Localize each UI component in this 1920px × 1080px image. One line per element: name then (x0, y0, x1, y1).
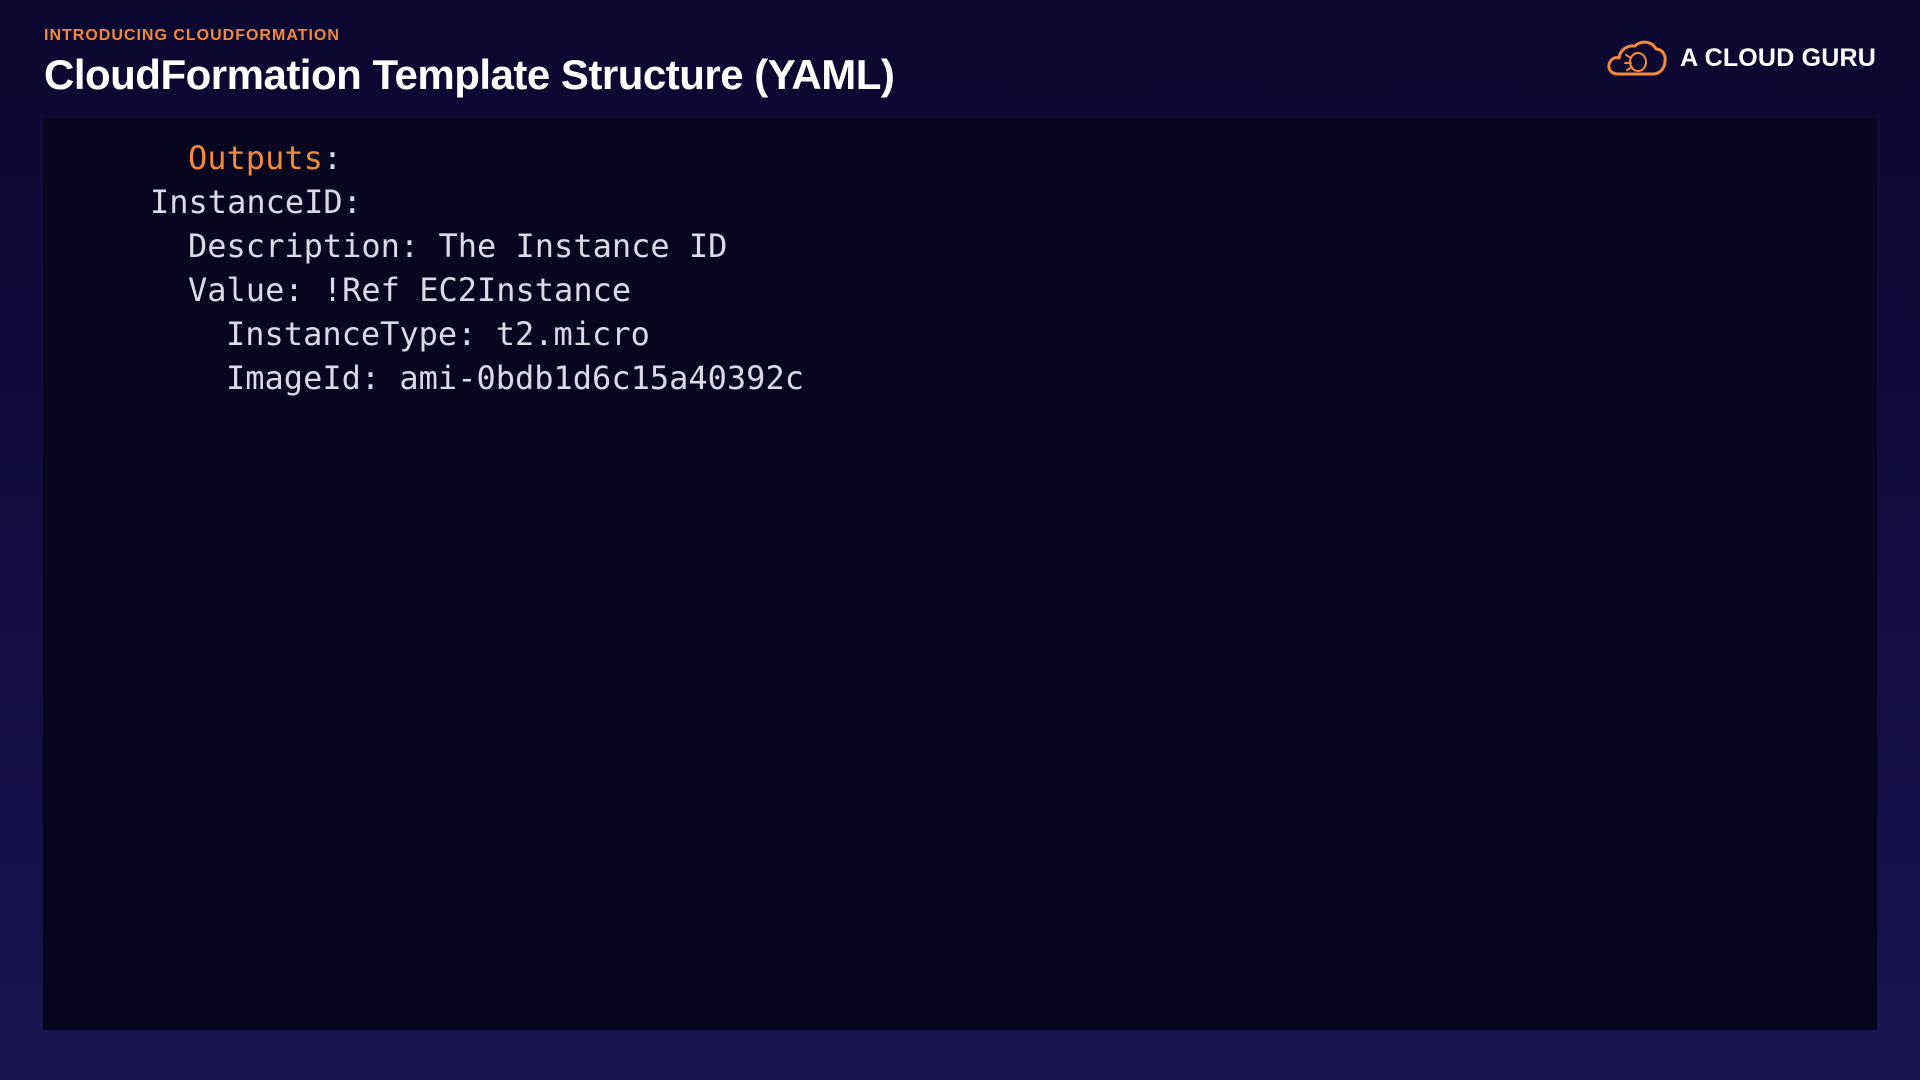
code-line-outputs: Outputs: (43, 136, 804, 180)
slide-title: CloudFormation Template Structure (YAML) (44, 51, 895, 98)
code-panel: Outputs: InstanceID: Description: The In… (43, 118, 1877, 1030)
section-eyebrow: INTRODUCING CLOUDFORMATION (44, 27, 340, 44)
code-line-description: Description: The Instance ID (188, 227, 728, 265)
yaml-code-block: Outputs: InstanceID: Description: The In… (43, 136, 804, 400)
code-line-instancetype: InstanceType: t2.micro (226, 315, 650, 353)
code-line-imageid: ImageId: ami-0bdb1d6c15a40392c (226, 359, 804, 397)
code-line-value: Value: !Ref EC2Instance (188, 271, 632, 309)
outputs-colon: : (322, 139, 343, 177)
brand-lockup: A CLOUD GURU (1604, 36, 1876, 80)
code-line-instanceid: InstanceID: (150, 183, 362, 221)
brand-name: A CLOUD GURU (1680, 43, 1876, 72)
slide-header: INTRODUCING CLOUDFORMATION CloudFormatio… (44, 26, 895, 100)
cloud-logo-icon (1607, 40, 1667, 76)
outputs-key: Outputs (188, 139, 323, 177)
